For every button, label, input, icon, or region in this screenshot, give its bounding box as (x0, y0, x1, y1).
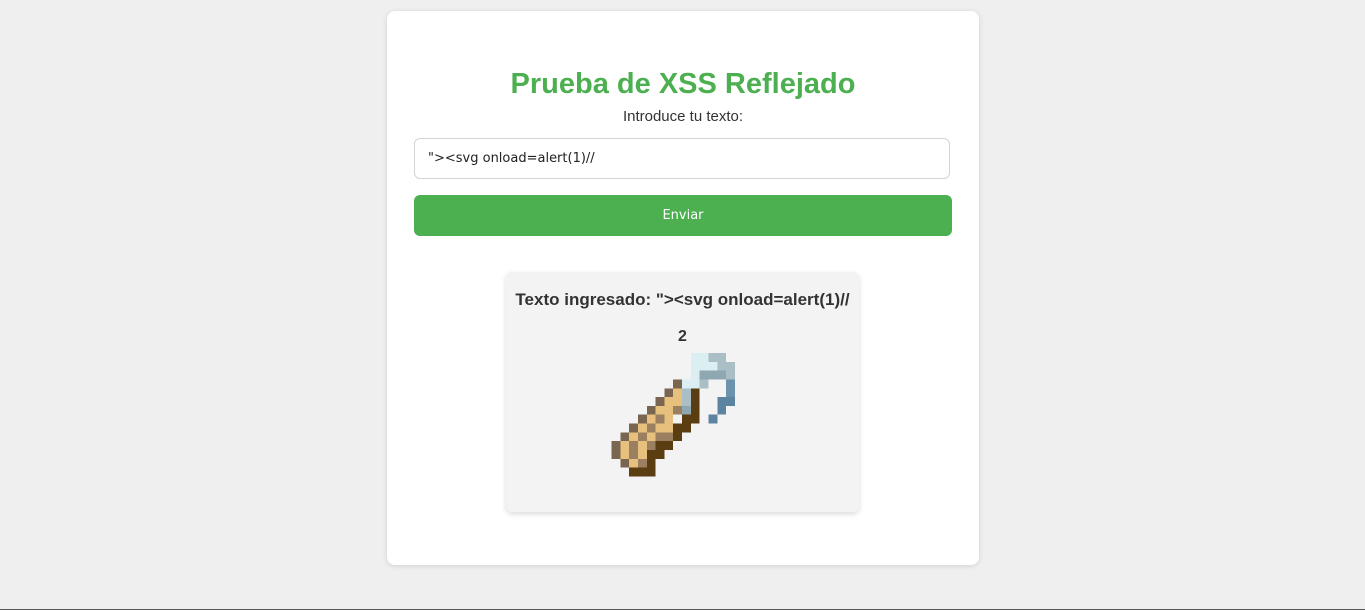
result-panel: Texto ingresado: "><svg onload=alert(1)/… (506, 272, 859, 512)
input-label: Introduce tu texto: (622, 108, 744, 125)
submit-button[interactable]: Enviar (414, 195, 952, 236)
item-count: 2 (678, 328, 687, 345)
lead-item-icon (611, 353, 735, 477)
text-input[interactable] (414, 138, 950, 179)
result-text: Texto ingresado: "><svg onload=alert(1)/… (515, 290, 850, 309)
form-card: Prueba de XSS Reflejado Introduce tu tex… (387, 11, 979, 565)
page-title: Prueba de XSS Reflejado (510, 68, 856, 100)
